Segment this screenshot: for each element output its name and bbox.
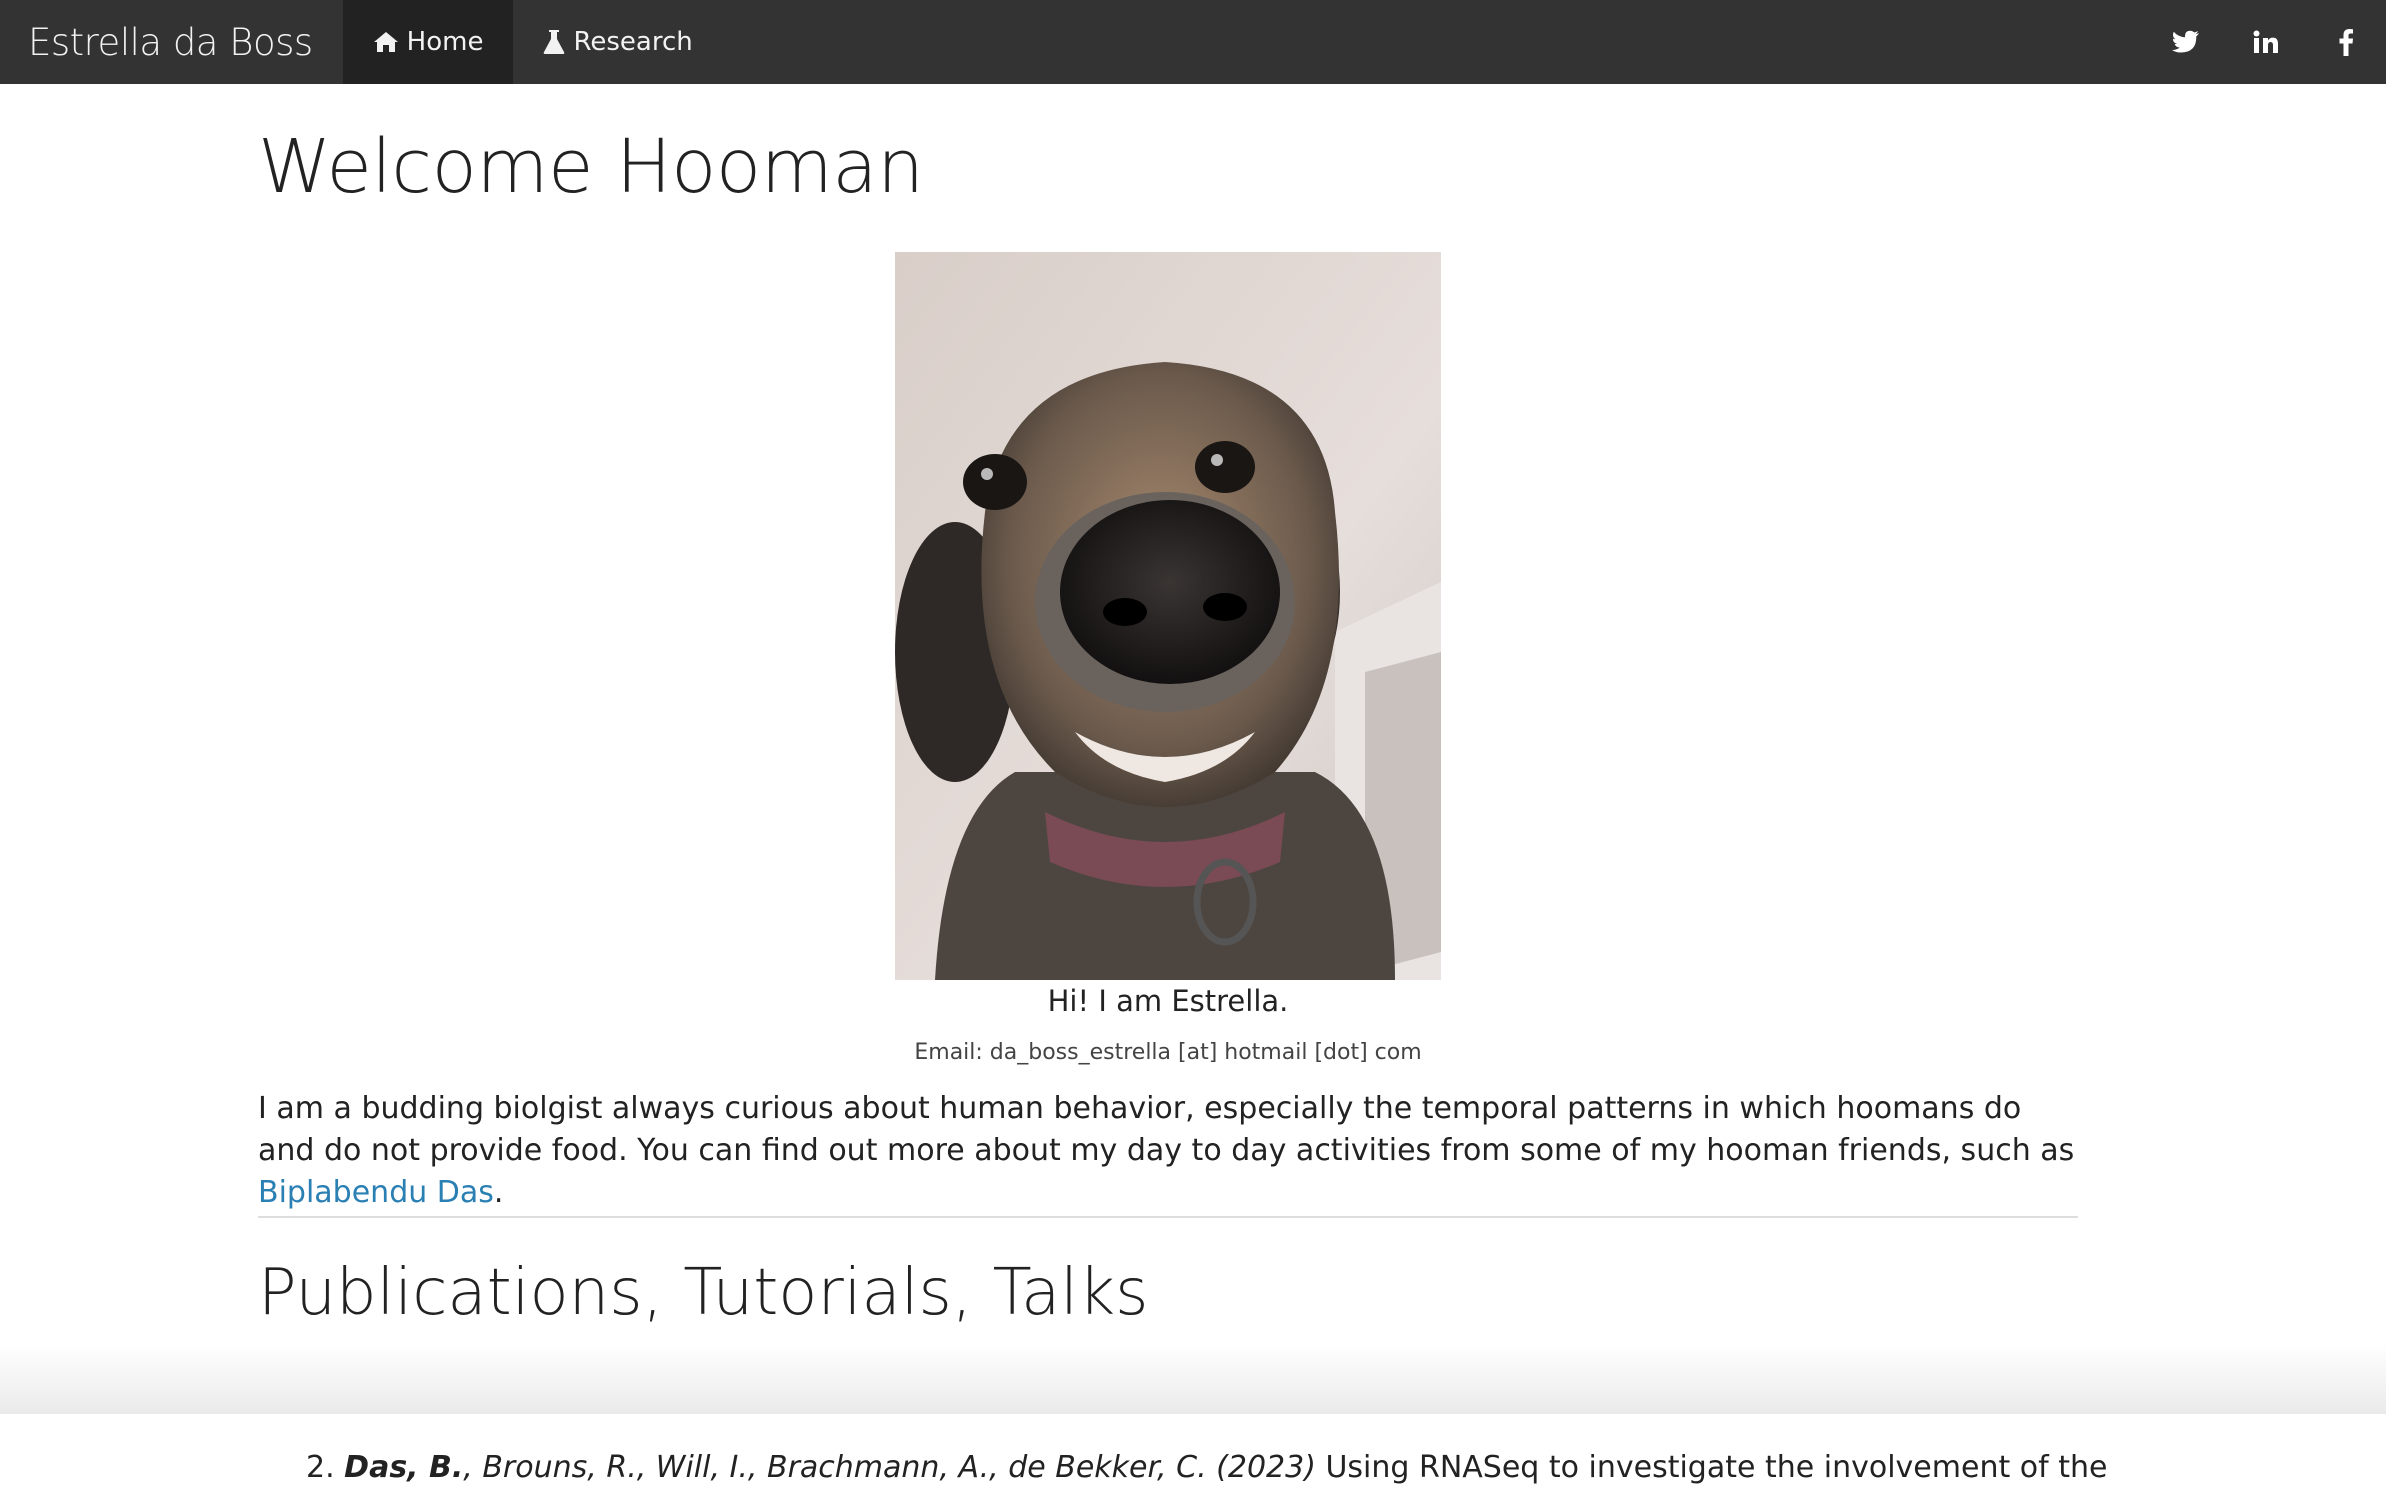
pub-authors: , Brouns, R., Will, I., Brachmann, A., d… xyxy=(463,1450,1316,1485)
twitter-icon xyxy=(2172,30,2199,53)
pub-title: Using RNASeq to investigate the involvem… xyxy=(1315,1450,2108,1485)
dog-photo xyxy=(895,252,1441,980)
home-icon xyxy=(373,30,399,54)
facebook-icon xyxy=(2339,29,2353,56)
nav-home-label: Home xyxy=(406,27,484,57)
linkedin-link[interactable] xyxy=(2226,0,2306,84)
linkedin-icon xyxy=(2253,30,2278,53)
publications-list: 2. Das, B., Brouns, R., Will, I., Brachm… xyxy=(258,1450,2107,1485)
nav-research[interactable]: Research xyxy=(513,0,722,84)
bio-text: I am a budding biolgist always curious a… xyxy=(258,1091,2075,1168)
nav-home[interactable]: Home xyxy=(342,0,514,84)
publications-heading: Publications, Tutorials, Talks xyxy=(258,1256,1149,1330)
bio-paragraph: I am a budding biolgist always curious a… xyxy=(258,1088,2078,1214)
nav-research-label: Research xyxy=(573,27,693,57)
top-navbar: Estrella da Boss Home Research xyxy=(0,0,2386,84)
social-links xyxy=(2146,0,2386,84)
email-text: Email: da_boss_estrella [at] hotmail [do… xyxy=(914,1040,1422,1065)
publication-item: 2. Das, B., Brouns, R., Will, I., Brachm… xyxy=(258,1450,2107,1485)
photo-caption: Hi! I am Estrella. xyxy=(1047,984,1289,1018)
facebook-link[interactable] xyxy=(2306,0,2386,84)
twitter-link[interactable] xyxy=(2146,0,2226,84)
pub-number: 2. xyxy=(306,1450,335,1485)
bottom-fade xyxy=(0,1344,2386,1414)
pub-author-highlight: Das, B. xyxy=(344,1450,464,1485)
section-divider xyxy=(258,1216,2078,1218)
page-title: Welcome Hooman xyxy=(258,124,924,210)
bio-end: . xyxy=(493,1175,504,1210)
site-brand[interactable]: Estrella da Boss xyxy=(0,0,343,84)
flask-icon xyxy=(543,28,565,56)
bio-link[interactable]: Biplabendu Das xyxy=(258,1175,494,1210)
